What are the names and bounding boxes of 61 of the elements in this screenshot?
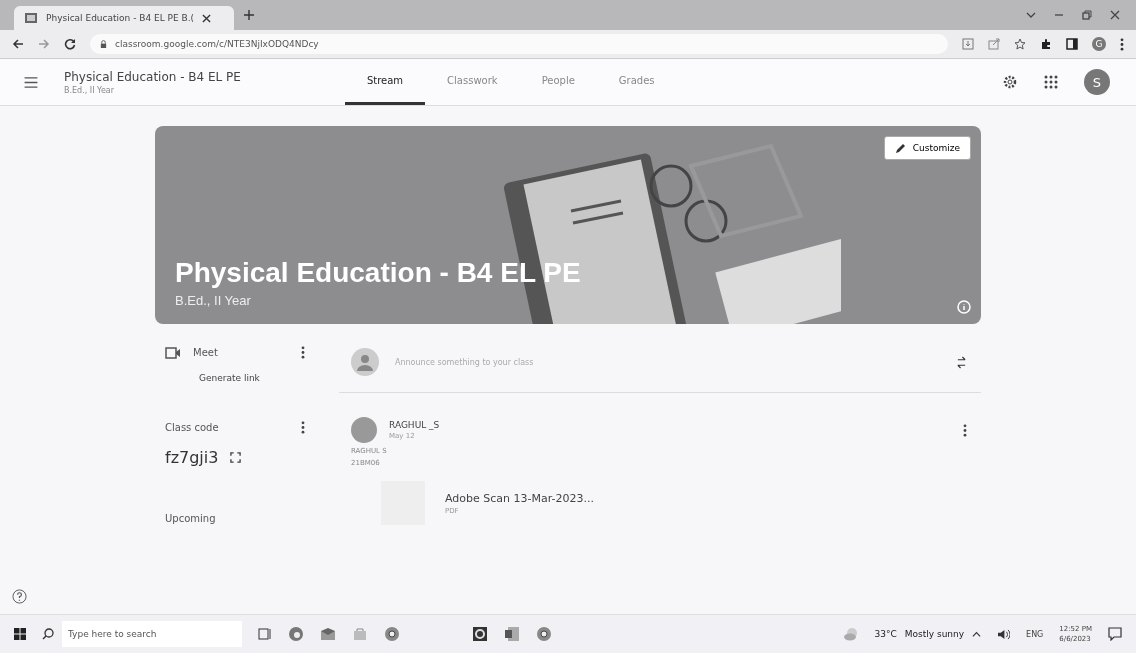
info-icon[interactable]: [957, 300, 971, 314]
class-title: Physical Education - B4 EL PE: [64, 69, 241, 84]
reload-icon[interactable]: [64, 38, 76, 50]
restore-icon[interactable]: [1082, 10, 1092, 20]
avatar-icon: [351, 348, 379, 376]
browser-tab[interactable]: Physical Education - B4 EL PE B.(: [14, 6, 234, 30]
attachment-name[interactable]: Adobe Scan 13-Mar-2023...: [445, 491, 594, 505]
lock-icon: [100, 39, 107, 49]
upcoming-label: Upcoming: [165, 513, 217, 524]
fullscreen-icon[interactable]: [230, 452, 242, 463]
star-icon[interactable]: [1014, 38, 1026, 50]
task-view-icon[interactable]: [258, 628, 272, 640]
more-icon[interactable]: [301, 346, 305, 359]
speaker-icon[interactable]: [997, 628, 1011, 640]
install-icon[interactable]: [962, 38, 974, 50]
class-code: fz7gji3: [165, 448, 219, 467]
notification-icon[interactable]: [1108, 627, 1122, 641]
share-icon[interactable]: [988, 38, 1000, 50]
apps-grid-icon[interactable]: [1044, 75, 1058, 89]
menu-icon[interactable]: [24, 76, 38, 88]
profile-avatar[interactable]: G: [1092, 37, 1106, 51]
language-indicator[interactable]: ENG: [1026, 629, 1044, 639]
class-code-label: Class code: [165, 422, 219, 433]
new-tab-icon[interactable]: [244, 10, 254, 20]
account-avatar[interactable]: S: [1084, 69, 1110, 95]
puzzle-icon[interactable]: [1040, 38, 1052, 50]
pencil-icon: [894, 142, 907, 154]
more-icon[interactable]: [963, 423, 967, 437]
address-bar[interactable]: classroom.google.com/c/NTE3NjIxODQ4NDcy: [90, 34, 948, 54]
class-subtitle: B.Ed., II Year: [64, 85, 115, 95]
customize-button[interactable]: Customize: [883, 136, 971, 160]
user-avatar: [351, 417, 377, 443]
search-icon: [42, 628, 54, 640]
chevron-down-icon[interactable]: [1026, 10, 1036, 20]
windows-start-icon[interactable]: [14, 628, 26, 640]
close-icon[interactable]: [1110, 10, 1120, 20]
sidebar-icon[interactable]: [1066, 38, 1078, 50]
help-icon[interactable]: [12, 589, 27, 604]
more-icon[interactable]: [301, 421, 305, 434]
weather-text[interactable]: Mostly sunny: [904, 629, 965, 639]
video-camera-icon: [165, 346, 181, 359]
swap-arrows-icon[interactable]: [956, 355, 967, 369]
more-icon[interactable]: [1120, 37, 1124, 51]
announce-placeholder: Announce something to your class: [395, 357, 535, 367]
url-text: classroom.google.com/c/NTE3NjIxODQ4NDcy: [115, 39, 319, 49]
generate-link[interactable]: Generate link: [199, 373, 305, 383]
temperature-text[interactable]: 33°C: [874, 629, 897, 639]
mail-icon[interactable]: [320, 627, 336, 641]
nav-tab[interactable]: Grades: [596, 59, 677, 105]
close-icon[interactable]: [202, 13, 212, 23]
chevron-up-icon[interactable]: [972, 629, 982, 639]
taskbar-search-field[interactable]: Type here to search: [62, 621, 242, 647]
back-icon[interactable]: [12, 38, 24, 50]
tab-title: Physical Education - B4 EL PE B.(: [46, 13, 195, 23]
banner-subtitle: B.Ed., II Year: [175, 293, 252, 308]
nav-tab[interactable]: People: [519, 59, 597, 105]
nav-tab[interactable]: Stream: [344, 59, 426, 105]
post-author: RAGHUL _S: [389, 420, 440, 430]
nav-tab[interactable]: Classwork: [425, 59, 520, 105]
settings-icon[interactable]: [1002, 74, 1018, 90]
meet-label: Meet: [193, 347, 218, 358]
